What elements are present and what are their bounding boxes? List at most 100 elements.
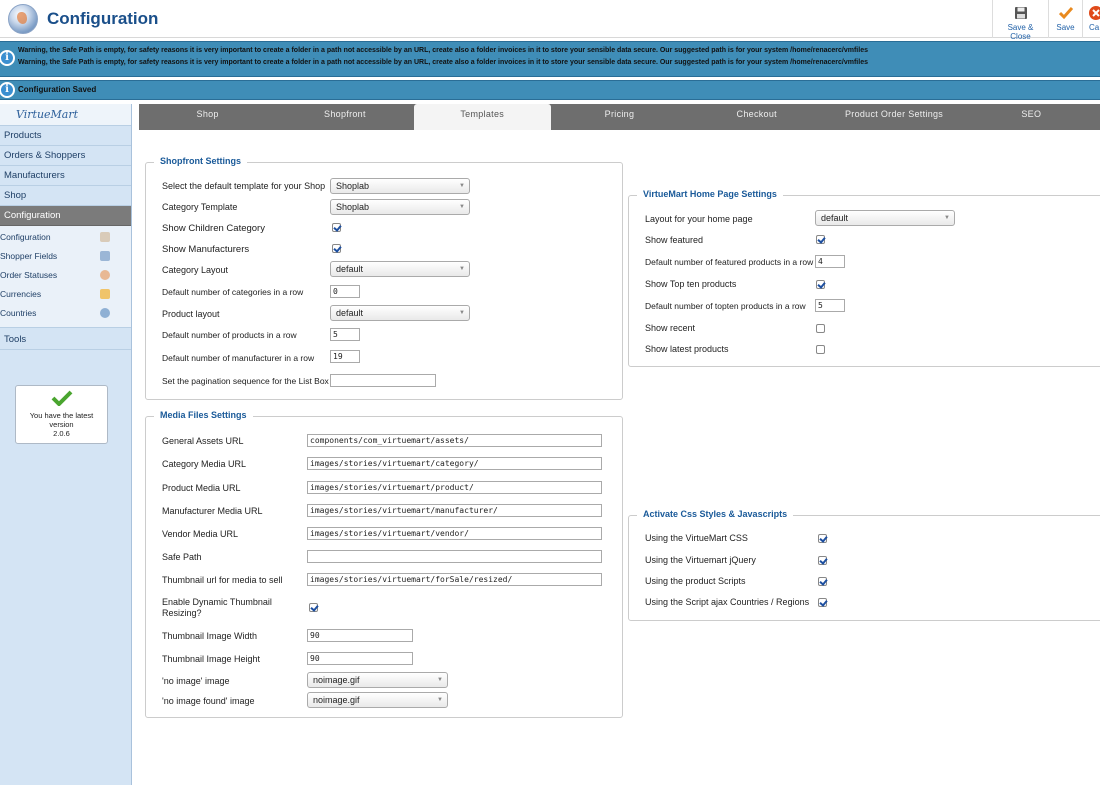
status-icon xyxy=(100,270,110,280)
sidebar-item-manufacturers[interactable]: Manufacturers xyxy=(0,166,131,186)
home-layout-select[interactable]: default xyxy=(815,210,955,226)
featured-per-row-input[interactable]: 4 xyxy=(815,255,845,268)
categories-per-row-input[interactable]: 0 xyxy=(330,285,360,298)
submenu-label: Order Statuses xyxy=(0,270,58,280)
tab-checkout[interactable]: Checkout xyxy=(688,104,825,130)
thumbnail-height-label: Thumbnail Image Height xyxy=(162,654,261,664)
categories-per-row-label: Default number of categories in a row xyxy=(162,287,304,297)
cancel-button[interactable]: Ca xyxy=(1082,0,1100,38)
general-assets-url-input[interactable]: components/com_virtuemart/assets/ xyxy=(307,434,602,447)
thumbnail-width-input[interactable]: 90 xyxy=(307,629,413,642)
submenu-label: Countries xyxy=(0,308,37,318)
version-line: You have the latest xyxy=(29,411,94,420)
safe-path-label: Safe Path xyxy=(162,552,202,562)
pagination-sequence-label: Set the pagination sequence for the List… xyxy=(162,376,329,386)
pagination-sequence-input[interactable] xyxy=(330,374,436,387)
submenu-item-currencies[interactable]: Currencies xyxy=(0,285,131,304)
tab-templates[interactable]: Templates xyxy=(413,104,551,130)
sidebar-item-shop[interactable]: Shop xyxy=(0,186,131,206)
product-layout-select[interactable]: default xyxy=(330,305,470,321)
category-media-url-input[interactable]: images/stories/virtuemart/category/ xyxy=(307,457,602,470)
vendor-media-url-label: Vendor Media URL xyxy=(162,529,239,539)
warning-message-bar: i Warning, the Safe Path is empty, for s… xyxy=(0,41,1100,77)
no-image-select[interactable]: noimage.gif xyxy=(307,672,448,688)
info-icon: i xyxy=(0,50,15,66)
product-layout-label: Product layout xyxy=(162,309,220,319)
general-assets-url-label: General Assets URL xyxy=(162,436,244,446)
tab-seo[interactable]: SEO xyxy=(963,104,1100,130)
show-manufacturers-label: Show Manufacturers xyxy=(162,244,250,255)
sidebar-item-tools[interactable]: Tools xyxy=(0,330,131,350)
vm-jquery-checkbox[interactable] xyxy=(818,556,827,565)
no-image-found-label: 'no image found' image xyxy=(162,696,255,706)
page-title: Configuration xyxy=(47,9,159,28)
thumbnail-height-input[interactable]: 90 xyxy=(307,652,413,665)
default-template-select[interactable]: Shoplab xyxy=(330,178,470,194)
version-line: version xyxy=(49,420,74,429)
show-featured-checkbox[interactable] xyxy=(816,235,825,244)
manufacturer-media-url-input[interactable]: images/stories/virtuemart/manufacturer/ xyxy=(307,504,602,517)
topten-per-row-input[interactable]: 5 xyxy=(815,299,845,312)
thumbnail-url-input[interactable]: images/stories/virtuemart/forSale/resize… xyxy=(307,573,602,586)
vendor-media-url-input[interactable]: images/stories/virtuemart/vendor/ xyxy=(307,527,602,540)
sidebar-item-products[interactable]: Products xyxy=(0,126,131,146)
show-manufacturers-checkbox[interactable] xyxy=(332,244,341,253)
saved-message: Configuration Saved xyxy=(18,85,97,94)
toolbar: Save & Close Save Ca xyxy=(992,0,1100,41)
manufacturer-media-url-label: Manufacturer Media URL xyxy=(162,506,263,516)
no-image-found-select[interactable]: noimage.gif xyxy=(307,692,448,708)
category-layout-label: Category Layout xyxy=(162,265,229,275)
products-per-row-input[interactable]: 5 xyxy=(330,328,360,341)
tools-icon xyxy=(100,232,110,242)
submenu-item-order-statuses[interactable]: Order Statuses xyxy=(0,266,131,285)
thumbnail-url-label: Thumbnail url for media to sell xyxy=(162,575,283,585)
show-latest-checkbox[interactable] xyxy=(816,345,825,354)
thumbnail-width-label: Thumbnail Image Width xyxy=(162,631,258,641)
submenu-label: Shopper Fields xyxy=(0,251,58,261)
cancel-label: Ca xyxy=(1089,23,1100,32)
fieldset-legend: Media Files Settings xyxy=(154,410,253,420)
submenu-item-configuration[interactable]: Configuration xyxy=(0,228,131,247)
show-children-category-checkbox[interactable] xyxy=(332,223,341,232)
vm-css-label: Using the VirtueMart CSS xyxy=(645,533,748,543)
save-close-label: Save & Close xyxy=(1007,23,1034,41)
category-layout-select[interactable]: default xyxy=(330,261,470,277)
warning-message: Warning, the Safe Path is empty, for saf… xyxy=(18,59,868,66)
sidebar-item-orders-shoppers[interactable]: Orders & Shoppers xyxy=(0,146,131,166)
coins-icon xyxy=(100,289,110,299)
product-media-url-label: Product Media URL xyxy=(162,483,241,493)
fieldset-legend: Shopfront Settings xyxy=(154,156,247,166)
topten-per-row-label: Default number of topten products in a r… xyxy=(645,301,806,311)
category-template-select[interactable]: Shoplab xyxy=(330,199,470,215)
cancel-icon xyxy=(1089,6,1100,20)
vm-jquery-label: Using the Virtuemart jQuery xyxy=(645,555,756,565)
safe-path-input[interactable] xyxy=(307,550,602,563)
version-status-box: You have the latest version 2.0.6 xyxy=(15,385,108,444)
product-scripts-checkbox[interactable] xyxy=(818,577,827,586)
show-featured-label: Show featured xyxy=(645,235,704,245)
submenu-item-shopper-fields[interactable]: Shopper Fields xyxy=(0,247,131,266)
featured-per-row-label: Default number of featured products in a… xyxy=(645,257,814,267)
manufacturers-per-row-input[interactable]: 19 xyxy=(330,350,360,363)
tab-pricing[interactable]: Pricing xyxy=(551,104,688,130)
ajax-countries-label: Using the Script ajax Countries / Region… xyxy=(645,597,810,607)
ajax-countries-checkbox[interactable] xyxy=(818,598,827,607)
warning-message: Warning, the Safe Path is empty, for saf… xyxy=(18,47,868,54)
sidebar-item-configuration[interactable]: Configuration xyxy=(0,206,131,226)
show-children-category-label: Show Children Category xyxy=(162,223,265,234)
tab-bar: Shop Shopfront Templates Pricing Checkou… xyxy=(139,104,1100,130)
submenu-label: Currencies xyxy=(0,289,42,299)
show-topten-checkbox[interactable] xyxy=(816,280,825,289)
product-media-url-input[interactable]: images/stories/virtuemart/product/ xyxy=(307,481,602,494)
home-layout-label: Layout for your home page xyxy=(645,214,753,224)
dynamic-thumbnail-checkbox[interactable] xyxy=(309,603,318,612)
save-button[interactable]: Save xyxy=(1048,0,1082,38)
save-close-button[interactable]: Save & Close xyxy=(992,0,1048,41)
tab-product-order-settings[interactable]: Product Order Settings xyxy=(825,104,962,130)
fieldset-legend: Activate Css Styles & Javascripts xyxy=(637,509,794,519)
tab-shop[interactable]: Shop xyxy=(139,104,276,130)
vm-css-checkbox[interactable] xyxy=(818,534,827,543)
submenu-item-countries[interactable]: Countries xyxy=(0,304,131,323)
tab-shopfront[interactable]: Shopfront xyxy=(276,104,413,130)
show-recent-checkbox[interactable] xyxy=(816,324,825,333)
